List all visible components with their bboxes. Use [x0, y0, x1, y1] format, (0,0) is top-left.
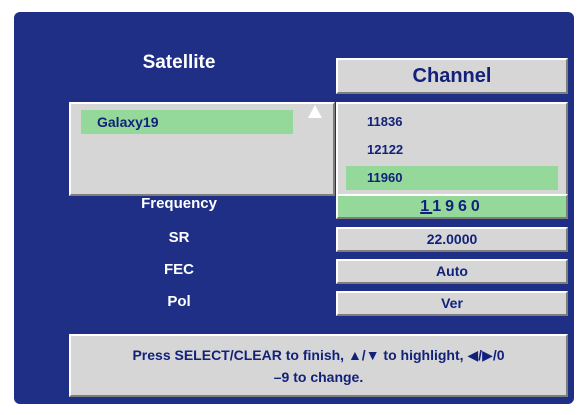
- pol-label: Pol: [167, 293, 191, 310]
- channel-header: Channel: [336, 58, 568, 94]
- scroll-up-arrow-icon: [308, 105, 322, 118]
- satellite-list[interactable]: Galaxy19: [69, 102, 335, 196]
- help-line-1: Press SELECT/CLEAR to finish, ▲/▼ to hig…: [132, 347, 505, 363]
- satellite-title: Satellite: [142, 52, 216, 73]
- help-line-2: –9 to change.: [273, 369, 364, 385]
- channel-list-item[interactable]: 11836: [346, 110, 558, 134]
- sr-field[interactable]: 22.0000: [336, 227, 568, 252]
- setup-screen: Satellite Channel Galaxy19 11836 12122 1…: [14, 12, 574, 404]
- satellite-list-item[interactable]: Galaxy19: [81, 110, 293, 134]
- channel-list-item[interactable]: 12122: [346, 138, 558, 162]
- fec-label: FEC: [164, 261, 194, 278]
- frequency-field[interactable]: 11960: [336, 194, 568, 219]
- pol-field[interactable]: Ver: [336, 291, 568, 316]
- frequency-value-rest: 1960: [432, 198, 484, 215]
- frequency-label: Frequency: [141, 195, 217, 212]
- channel-list[interactable]: 11836 12122 11960: [336, 102, 568, 196]
- fec-field[interactable]: Auto: [336, 259, 568, 284]
- help-message: Press SELECT/CLEAR to finish, ▲/▼ to hig…: [69, 334, 568, 397]
- frequency-cursor-digit: 1: [420, 198, 433, 215]
- channel-list-item-selected[interactable]: 11960: [346, 166, 558, 190]
- sr-label: SR: [168, 229, 190, 246]
